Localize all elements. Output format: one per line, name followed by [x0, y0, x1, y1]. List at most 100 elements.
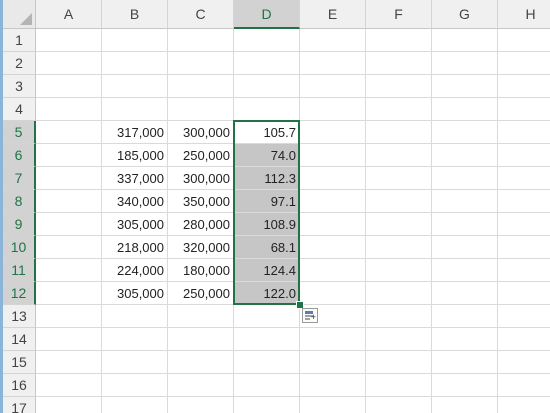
cell-c12[interactable]: 250,000: [168, 282, 234, 305]
row-header-5[interactable]: 5: [3, 121, 36, 144]
cell-f17[interactable]: [366, 397, 432, 413]
row-header-17[interactable]: 17: [3, 397, 36, 413]
cell-e2[interactable]: [300, 52, 366, 75]
row-header-1[interactable]: 1: [3, 29, 36, 52]
cell-c2[interactable]: [168, 52, 234, 75]
cell-e16[interactable]: [300, 374, 366, 397]
row-header-2[interactable]: 2: [3, 52, 36, 75]
cell-c11[interactable]: 180,000: [168, 259, 234, 282]
cell-e7[interactable]: [300, 167, 366, 190]
cell-g5[interactable]: [432, 121, 498, 144]
cell-f4[interactable]: [366, 98, 432, 121]
cell-g15[interactable]: [432, 351, 498, 374]
cell-d17[interactable]: [234, 397, 300, 413]
row-header-10[interactable]: 10: [3, 236, 36, 259]
cell-f14[interactable]: [366, 328, 432, 351]
column-header-g[interactable]: G: [432, 0, 498, 29]
cell-b8[interactable]: 340,000: [102, 190, 168, 213]
cell-e9[interactable]: [300, 213, 366, 236]
cell-d4[interactable]: [234, 98, 300, 121]
row-header-9[interactable]: 9: [3, 213, 36, 236]
cell-d14[interactable]: [234, 328, 300, 351]
cell-g1[interactable]: [432, 29, 498, 52]
spreadsheet-grid[interactable]: A B C D E F G H 1 2 3 4 5 6 7 8 9 10 11 12 13 14 15 16 17 317,000…: [3, 0, 550, 413]
cell-e6[interactable]: [300, 144, 366, 167]
cell-b11[interactable]: 224,000: [102, 259, 168, 282]
cell-f13[interactable]: [366, 305, 432, 328]
cell-a1[interactable]: [36, 29, 102, 52]
row-header-6[interactable]: 6: [3, 144, 36, 167]
cell-c16[interactable]: [168, 374, 234, 397]
cell-b5[interactable]: 317,000: [102, 121, 168, 144]
row-header-8[interactable]: 8: [3, 190, 36, 213]
cell-f1[interactable]: [366, 29, 432, 52]
cell-g8[interactable]: [432, 190, 498, 213]
cell-g6[interactable]: [432, 144, 498, 167]
cell-c3[interactable]: [168, 75, 234, 98]
cell-g9[interactable]: [432, 213, 498, 236]
cell-e15[interactable]: [300, 351, 366, 374]
cell-d5[interactable]: 105.7: [234, 121, 300, 144]
cell-h10[interactable]: [498, 236, 550, 259]
cell-b2[interactable]: [102, 52, 168, 75]
cell-g4[interactable]: [432, 98, 498, 121]
cell-e14[interactable]: [300, 328, 366, 351]
cell-f16[interactable]: [366, 374, 432, 397]
cell-c17[interactable]: [168, 397, 234, 413]
cell-g7[interactable]: [432, 167, 498, 190]
cell-g17[interactable]: [432, 397, 498, 413]
cell-e12[interactable]: [300, 282, 366, 305]
cell-h7[interactable]: [498, 167, 550, 190]
column-header-f[interactable]: F: [366, 0, 432, 29]
cell-a6[interactable]: [36, 144, 102, 167]
cell-b14[interactable]: [102, 328, 168, 351]
cell-e11[interactable]: [300, 259, 366, 282]
cell-f10[interactable]: [366, 236, 432, 259]
cell-e1[interactable]: [300, 29, 366, 52]
cell-a5[interactable]: [36, 121, 102, 144]
cell-c4[interactable]: [168, 98, 234, 121]
cell-g3[interactable]: [432, 75, 498, 98]
cell-h14[interactable]: [498, 328, 550, 351]
cell-b17[interactable]: [102, 397, 168, 413]
cell-c7[interactable]: 300,000: [168, 167, 234, 190]
cell-h9[interactable]: [498, 213, 550, 236]
cell-c10[interactable]: 320,000: [168, 236, 234, 259]
row-header-7[interactable]: 7: [3, 167, 36, 190]
cell-d6[interactable]: 74.0: [234, 144, 300, 167]
column-header-c[interactable]: C: [168, 0, 234, 29]
cell-a16[interactable]: [36, 374, 102, 397]
cell-c5[interactable]: 300,000: [168, 121, 234, 144]
cell-h11[interactable]: [498, 259, 550, 282]
cell-f11[interactable]: [366, 259, 432, 282]
cell-b4[interactable]: [102, 98, 168, 121]
cell-d12[interactable]: 122.0: [234, 282, 300, 305]
column-header-d[interactable]: D: [234, 0, 300, 29]
cell-a8[interactable]: [36, 190, 102, 213]
cell-h16[interactable]: [498, 374, 550, 397]
cell-e10[interactable]: [300, 236, 366, 259]
cell-h2[interactable]: [498, 52, 550, 75]
row-header-13[interactable]: 13: [3, 305, 36, 328]
column-header-h[interactable]: H: [498, 0, 550, 29]
cell-f2[interactable]: [366, 52, 432, 75]
cell-b13[interactable]: [102, 305, 168, 328]
row-header-3[interactable]: 3: [3, 75, 36, 98]
cell-b1[interactable]: [102, 29, 168, 52]
row-header-11[interactable]: 11: [3, 259, 36, 282]
quick-analysis-button[interactable]: +: [302, 308, 318, 323]
cell-h1[interactable]: [498, 29, 550, 52]
cell-c1[interactable]: [168, 29, 234, 52]
cell-d15[interactable]: [234, 351, 300, 374]
column-header-e[interactable]: E: [300, 0, 366, 29]
cell-b10[interactable]: 218,000: [102, 236, 168, 259]
cell-d16[interactable]: [234, 374, 300, 397]
cell-h12[interactable]: [498, 282, 550, 305]
cell-e5[interactable]: [300, 121, 366, 144]
cell-d13[interactable]: [234, 305, 300, 328]
cell-b16[interactable]: [102, 374, 168, 397]
cell-d10[interactable]: 68.1: [234, 236, 300, 259]
cell-f8[interactable]: [366, 190, 432, 213]
cell-g13[interactable]: [432, 305, 498, 328]
cell-f3[interactable]: [366, 75, 432, 98]
